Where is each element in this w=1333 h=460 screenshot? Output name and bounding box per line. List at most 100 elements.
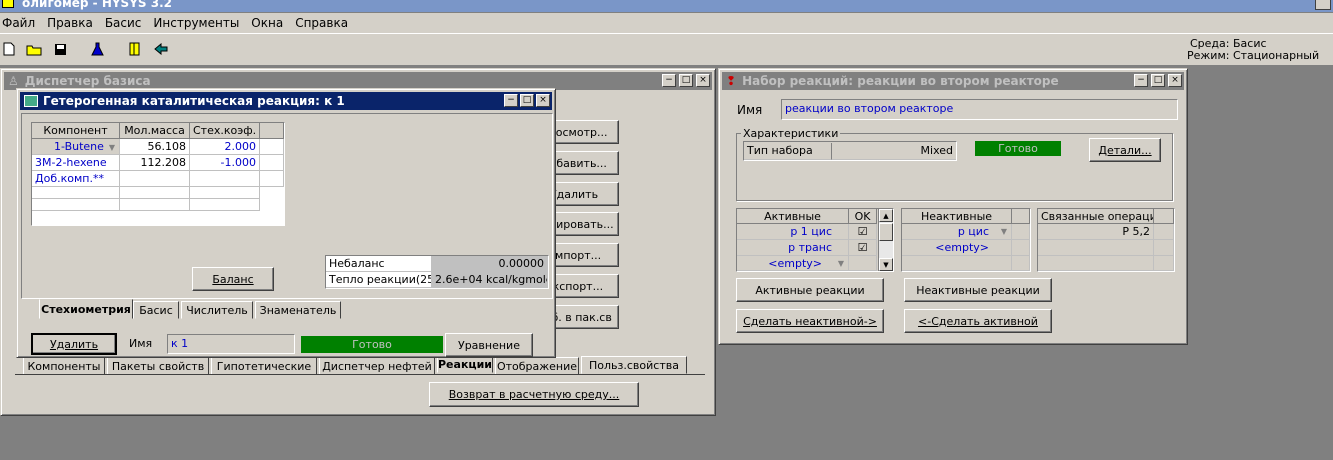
tab-denominator[interactable]: Знаменатель bbox=[255, 301, 341, 319]
balance-table: Небаланс 0.00000 Тепло реакции(25 С) 2.6… bbox=[325, 255, 549, 289]
table-cell-empty bbox=[120, 171, 190, 187]
reaction-set-title: Набор реакций: реакции во втором реактор… bbox=[742, 74, 1059, 88]
tab-hypotheticals[interactable]: Гипотетические bbox=[211, 357, 317, 375]
close-button[interactable]: × bbox=[696, 74, 710, 87]
name-field[interactable]: к 1 bbox=[167, 334, 295, 354]
balance-button[interactable]: Баланс bbox=[192, 267, 274, 291]
tab-numerator[interactable]: Числитель bbox=[181, 301, 253, 319]
scroll-up-icon[interactable]: ▲ bbox=[879, 209, 893, 222]
active-reactions-button[interactable]: Активные реакции bbox=[736, 278, 884, 302]
scroll-down-icon[interactable]: ▼ bbox=[879, 258, 893, 271]
active-row-empty-label: <empty> bbox=[768, 257, 822, 270]
app-close-button[interactable] bbox=[1315, 0, 1331, 10]
linked-cell-empty bbox=[1154, 240, 1174, 256]
inactive-cell-empty bbox=[1012, 240, 1030, 256]
reaction-title-bar: Гетерогенная каталитическая реакция: к 1… bbox=[20, 92, 552, 110]
col-header-blank bbox=[260, 123, 284, 139]
ok-checkbox-icon[interactable]: ☑ bbox=[849, 240, 877, 256]
balance-label: Баланс bbox=[212, 272, 254, 286]
name-label: Имя bbox=[129, 337, 153, 350]
inactive-row[interactable]: р цис ▼ bbox=[902, 224, 1012, 240]
inactive-header-blank bbox=[1012, 209, 1030, 224]
make-active-button[interactable]: <-Сделать активной bbox=[904, 309, 1052, 333]
menu-help[interactable]: Справка bbox=[295, 16, 348, 30]
table-cell-empty bbox=[32, 187, 120, 199]
app-title-bar: олигомер - HYSYS 3.2 bbox=[0, 0, 1333, 12]
status-indicator: Готово bbox=[301, 336, 443, 353]
details-button[interactable]: Детали... bbox=[1089, 138, 1161, 162]
table-cell-coef[interactable]: -1.000 bbox=[190, 155, 260, 171]
set-name-field[interactable]: реакции во втором реакторе bbox=[781, 99, 1178, 120]
linked-cell-empty bbox=[1154, 256, 1174, 271]
set-status-indicator: Готово bbox=[975, 141, 1061, 156]
flask-icon[interactable] bbox=[88, 40, 106, 58]
col-header-component: Компонент bbox=[32, 123, 120, 139]
tab-user-properties[interactable]: Польз.свойства bbox=[581, 356, 687, 374]
dropdown-arrow-icon[interactable]: ▼ bbox=[109, 143, 115, 152]
table-row-component[interactable]: 1-Butene ▼ bbox=[32, 139, 120, 155]
ok-cell-empty bbox=[849, 256, 877, 271]
reaction-set-window: ❢ Набор реакций: реакции во втором реакт… bbox=[718, 68, 1188, 345]
maximize-button[interactable]: □ bbox=[520, 94, 534, 107]
toolbar: Среда: Басис Режим: Стационарный bbox=[0, 33, 1333, 66]
tab-basis[interactable]: Басис bbox=[133, 301, 179, 319]
tab-display[interactable]: Отображение bbox=[495, 357, 579, 375]
minimize-button[interactable]: − bbox=[662, 74, 676, 87]
inactive-reactions-list: Неактивные р цис ▼ <empty> bbox=[901, 208, 1031, 272]
dropdown-arrow-icon[interactable]: ▼ bbox=[1001, 224, 1007, 239]
save-icon[interactable] bbox=[51, 40, 69, 58]
active-list-scrollbar[interactable]: ▲ ▼ bbox=[878, 209, 893, 271]
menu-windows[interactable]: Окна bbox=[251, 16, 283, 30]
menu-bar: Файл Правка Басис Инструменты Окна Справ… bbox=[0, 13, 1333, 33]
minimize-button[interactable]: − bbox=[504, 94, 518, 107]
tab-fluid-packages[interactable]: Пакеты свойств bbox=[107, 357, 209, 375]
menu-edit[interactable]: Правка bbox=[47, 16, 93, 30]
linked-operations-list: Связанные операции P 5,2 bbox=[1037, 208, 1175, 272]
table-cell-empty bbox=[190, 171, 260, 187]
ok-checkbox-icon[interactable]: ☑ bbox=[849, 224, 877, 240]
tab-oil-manager[interactable]: Диспетчер нефтей bbox=[319, 357, 435, 375]
reaction-window-icon bbox=[24, 95, 38, 107]
menu-tools[interactable]: Инструменты bbox=[153, 16, 239, 30]
active-row-empty[interactable]: <empty> ▼ bbox=[737, 256, 849, 271]
active-row[interactable]: р транс bbox=[737, 240, 849, 256]
new-file-icon[interactable] bbox=[0, 40, 18, 58]
table-cell-mw: 112.208 bbox=[120, 155, 190, 171]
maximize-button[interactable]: □ bbox=[679, 74, 693, 87]
tab-components[interactable]: Компоненты bbox=[23, 357, 105, 375]
dropdown-arrow-icon[interactable]: ▼ bbox=[838, 256, 844, 270]
make-inactive-button[interactable]: Сделать неактивной-> bbox=[736, 309, 884, 333]
active-row[interactable]: р 1 цис bbox=[737, 224, 849, 240]
tab-stoichiometry[interactable]: Стехиометрия bbox=[39, 299, 133, 319]
scroll-thumb[interactable] bbox=[879, 223, 893, 241]
col-header-coef: Стех.коэф. bbox=[190, 123, 260, 139]
equation-button[interactable]: Уравнение bbox=[445, 333, 533, 357]
maximize-button[interactable]: □ bbox=[1151, 74, 1165, 87]
table-cell-empty bbox=[120, 187, 190, 199]
table-cell-coef[interactable]: 2.000 bbox=[190, 139, 260, 155]
linked-row[interactable]: P 5,2 bbox=[1038, 224, 1154, 240]
open-folder-icon[interactable] bbox=[25, 40, 43, 58]
return-to-sim-button[interactable]: Возврат в расчетную среду... bbox=[429, 382, 639, 407]
delete-reaction-label: Удалить bbox=[49, 337, 99, 351]
minimize-button[interactable]: − bbox=[1134, 74, 1148, 87]
close-button[interactable]: × bbox=[536, 94, 550, 107]
inactive-header: Неактивные bbox=[902, 209, 1012, 224]
active-reactions-list: Активные OK р 1 цис ☑ р транс ☑ <empty> ▼… bbox=[736, 208, 894, 272]
inactive-cell-empty bbox=[902, 256, 1012, 271]
close-button[interactable]: × bbox=[1168, 74, 1182, 87]
delete-reaction-button[interactable]: Удалить bbox=[31, 333, 117, 355]
reaction-set-title-bar: ❢ Набор реакций: реакции во втором реакт… bbox=[722, 72, 1184, 90]
table-row-component[interactable]: 3M-2-hexene bbox=[32, 155, 120, 171]
set-name-label: Имя bbox=[737, 103, 763, 117]
back-arrow-icon[interactable] bbox=[152, 40, 170, 58]
inactive-row-empty[interactable]: <empty> bbox=[902, 240, 1012, 256]
table-row-add-component[interactable]: Доб.комп.** bbox=[32, 171, 120, 187]
hysys-icon[interactable] bbox=[125, 40, 143, 58]
menu-basis[interactable]: Басис bbox=[105, 16, 142, 30]
inactive-reactions-button[interactable]: Неактивные реакции bbox=[904, 278, 1052, 302]
inactive-cell-empty bbox=[1012, 224, 1030, 240]
menu-file[interactable]: Файл bbox=[2, 16, 35, 30]
table-cell-empty bbox=[260, 171, 284, 187]
table-cell-empty bbox=[260, 155, 284, 171]
